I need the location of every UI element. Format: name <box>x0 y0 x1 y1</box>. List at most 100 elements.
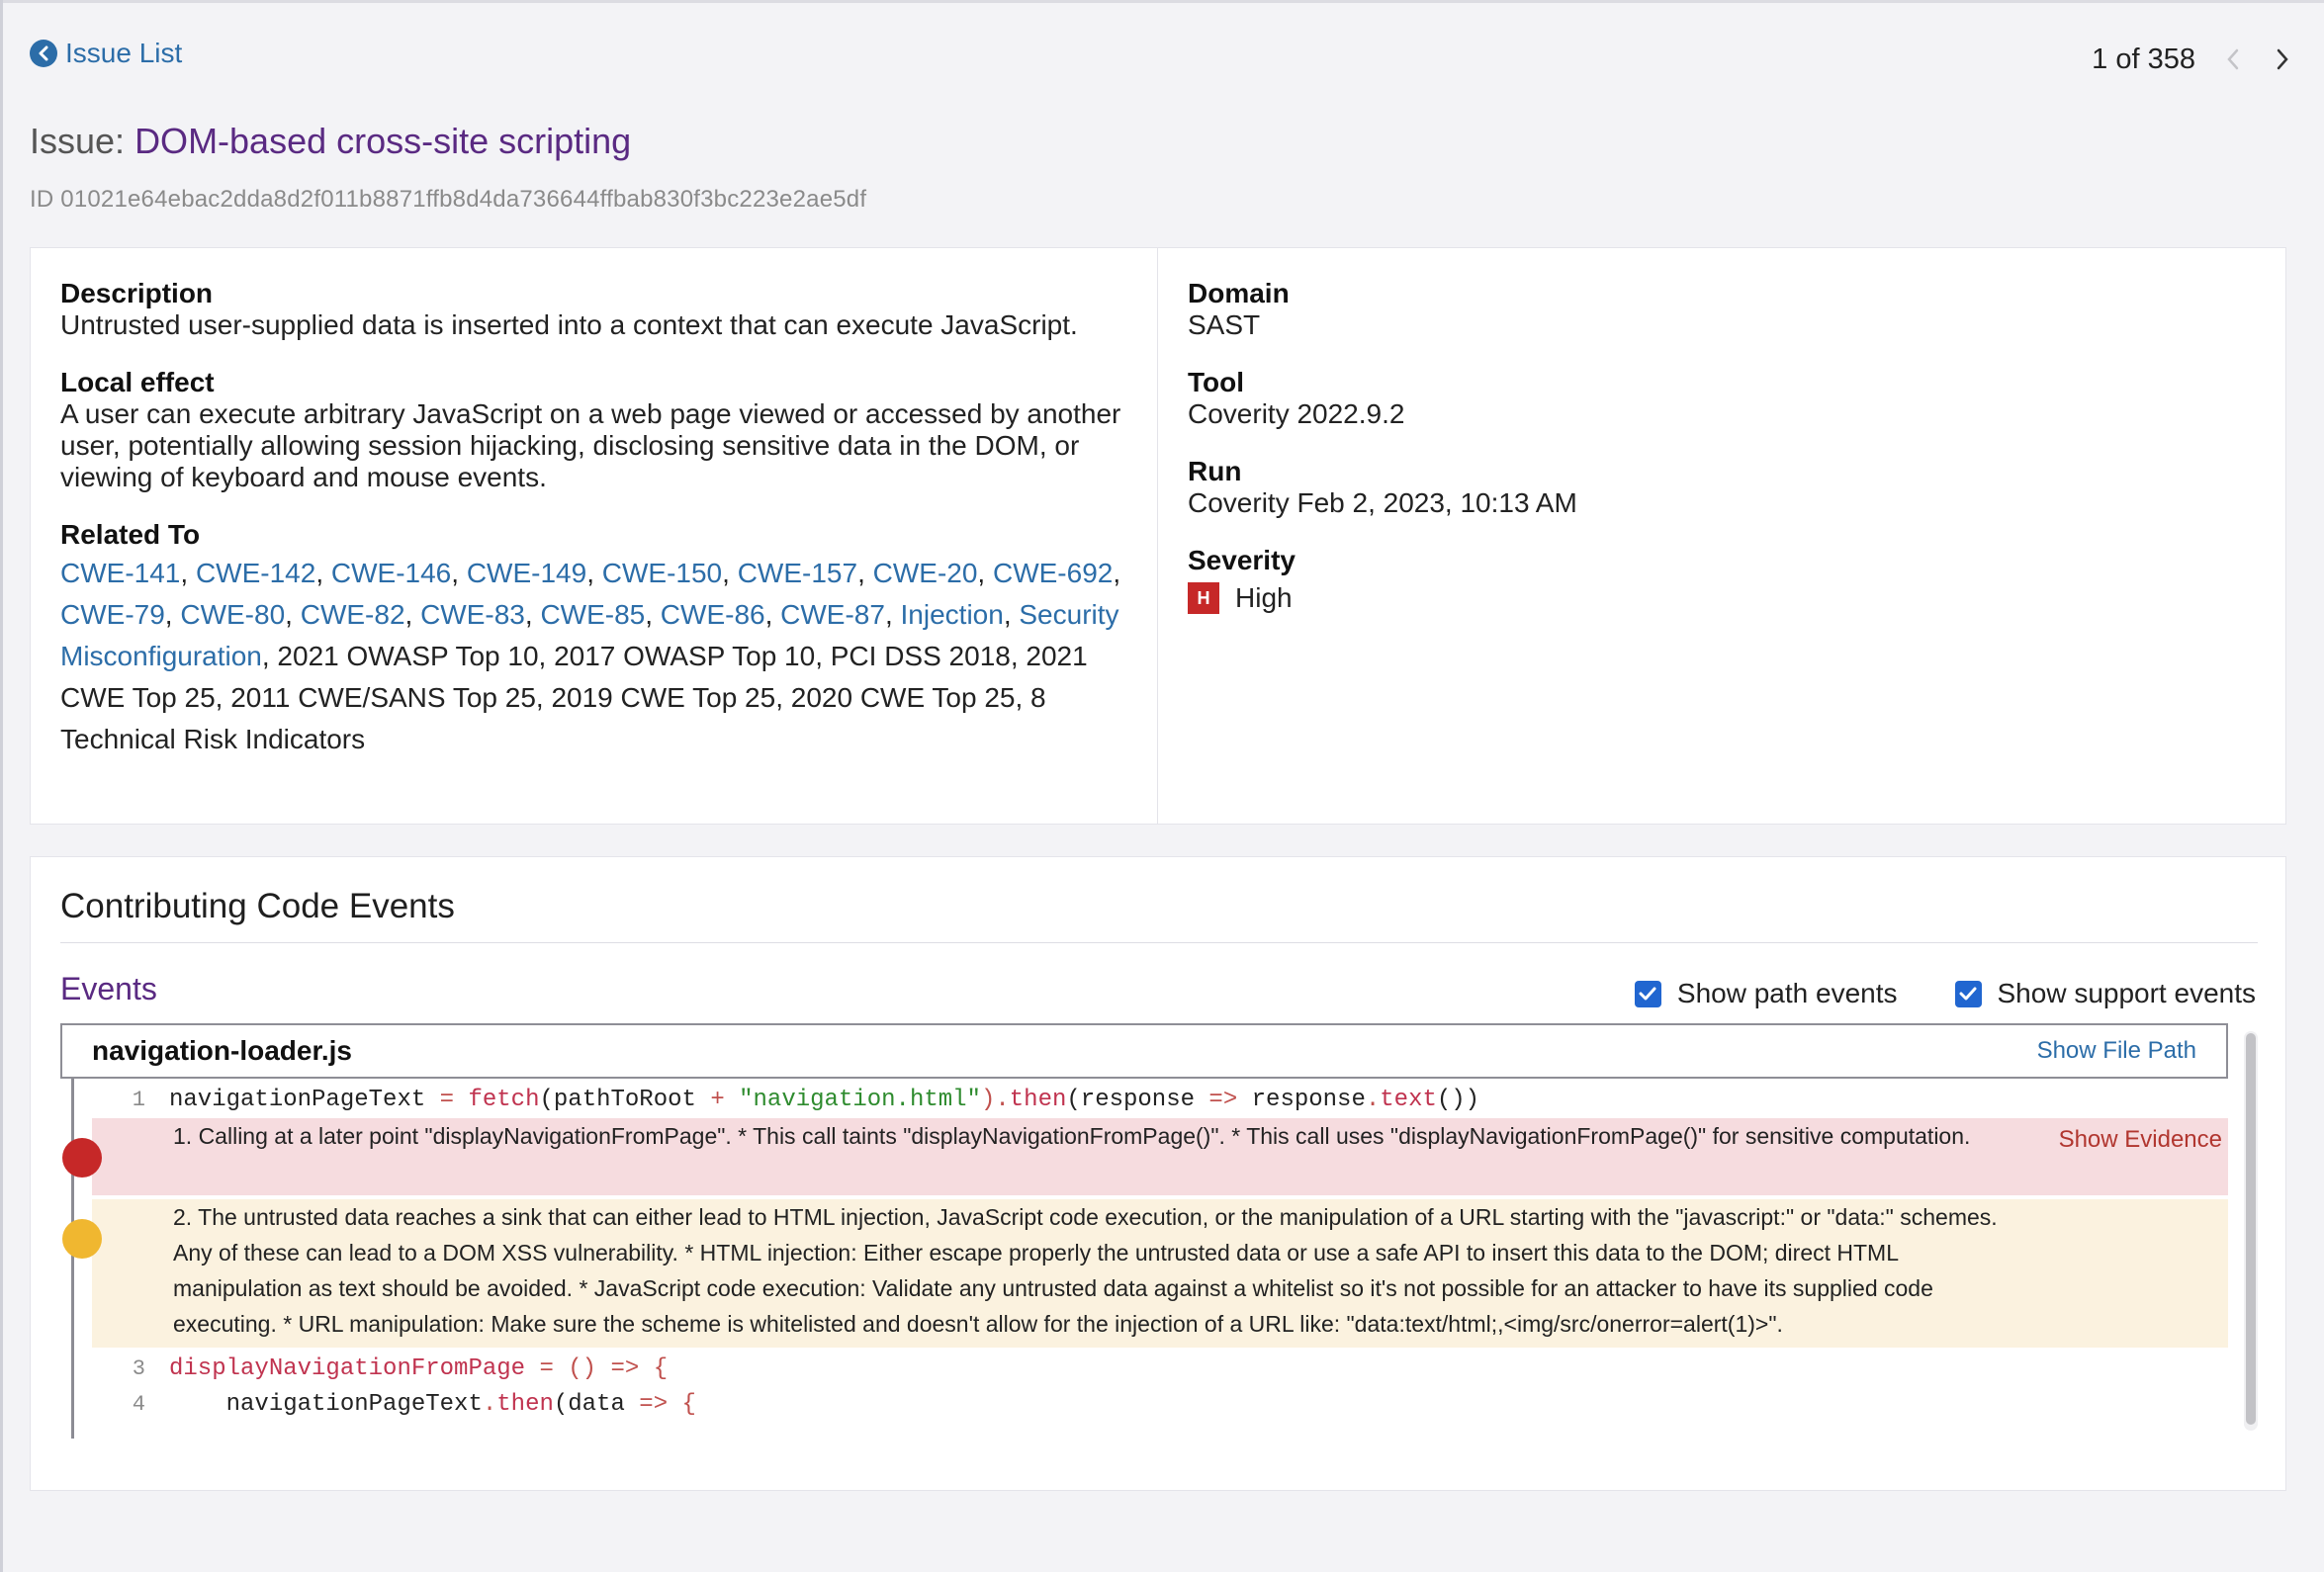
run-block: Run Coverity Feb 2, 2023, 10:13 AM <box>1188 456 2256 519</box>
related-label: Related To <box>60 519 201 550</box>
code-token: fetch <box>468 1086 540 1113</box>
issue-details-card: Description Untrusted user-supplied data… <box>30 247 2286 825</box>
related-separator: , <box>857 558 873 588</box>
code-token: + <box>710 1086 725 1113</box>
related-link[interactable]: CWE-146 <box>331 558 451 588</box>
related-link[interactable]: CWE-20 <box>873 558 978 588</box>
related-link[interactable]: CWE-79 <box>60 599 165 630</box>
event-marker-red[interactable] <box>62 1138 102 1178</box>
related-separator: , <box>164 599 181 630</box>
event-filters: Show path events Show support events <box>1577 978 2256 1009</box>
related-link[interactable]: CWE-86 <box>661 599 765 630</box>
checkmark-icon <box>1954 980 1982 1007</box>
domain-block: Domain SAST <box>1188 278 2256 341</box>
event-marker-yellow[interactable] <box>62 1219 102 1259</box>
details-left-column: Description Untrusted user-supplied data… <box>31 248 1158 824</box>
chevron-right-icon[interactable] <box>2271 42 2294 77</box>
related-link[interactable]: CWE-150 <box>602 558 722 588</box>
related-separator: , <box>1003 599 1020 630</box>
code-token: then <box>496 1390 554 1418</box>
description-block: Description Untrusted user-supplied data… <box>60 278 1127 341</box>
related-link[interactable]: CWE-141 <box>60 558 180 588</box>
file-header: navigation-loader.js Show File Path <box>60 1023 2228 1079</box>
back-link-label: Issue List <box>65 38 183 68</box>
source-file-panel: navigation-loader.js Show File Path 1 na… <box>60 1023 2258 1439</box>
related-link[interactable]: CWE-83 <box>420 599 525 630</box>
related-link[interactable]: CWE-149 <box>467 558 586 588</box>
related-separator: , <box>451 558 467 588</box>
related-separator: , <box>180 558 196 588</box>
related-separator: , <box>404 599 421 630</box>
event-2-text: 2. The untrusted data reaches a sink tha… <box>173 1204 1998 1337</box>
code-token: . <box>482 1390 497 1418</box>
code-line-3: 3 displayNavigationFromPage = () => { <box>92 1352 2208 1385</box>
code-token: => <box>639 1390 669 1418</box>
severity-value: High <box>1235 582 1293 613</box>
severity-badge: H <box>1188 582 1219 614</box>
related-link[interactable]: CWE-157 <box>738 558 857 588</box>
code-token: then <box>1009 1086 1067 1113</box>
issue-list-back-link[interactable]: Issue List <box>30 38 182 69</box>
left-rule <box>0 0 3 1572</box>
show-evidence-link[interactable]: Show Evidence <box>2059 1122 2222 1158</box>
contributing-code-events-card: Contributing Code Events Events Show pat… <box>30 856 2286 1491</box>
code-token: (response <box>1066 1086 1209 1113</box>
chevron-left-icon[interactable] <box>2221 42 2245 77</box>
top-shadow <box>0 0 2324 3</box>
line-number: 4 <box>132 1391 145 1417</box>
show-path-events-label: Show path events <box>1676 978 1898 1008</box>
code-token: displayNavigationFromPage <box>169 1354 526 1382</box>
code-event-1[interactable]: 1. Calling at a later point "displayNavi… <box>92 1118 2228 1195</box>
line-number: 1 <box>132 1087 145 1112</box>
related-separator: , <box>645 599 661 630</box>
show-path-events-checkbox[interactable]: Show path events <box>1634 978 1898 1009</box>
code-token: (data <box>553 1390 640 1418</box>
event-1-text: 1. Calling at a later point "displayNavi… <box>173 1123 1971 1149</box>
code-token: text <box>1380 1086 1437 1113</box>
related-link[interactable]: CWE-692 <box>993 558 1113 588</box>
issue-id: ID 01021e64ebac2dda8d2f011b8871ffb8d4da7… <box>30 186 867 213</box>
related-separator: , <box>586 558 602 588</box>
related-block: Related To CWE-141, CWE-142, CWE-146, CW… <box>60 519 1127 760</box>
issue-prefix: Issue: <box>30 121 135 161</box>
run-label: Run <box>1188 456 1242 486</box>
code-event-2[interactable]: 2. The untrusted data reaches a sink tha… <box>92 1199 2228 1348</box>
related-separator: , <box>1113 558 1121 588</box>
vertical-scrollbar[interactable] <box>2244 1031 2258 1431</box>
show-support-events-label: Show support events <box>1997 978 2257 1008</box>
related-link[interactable]: Injection <box>901 599 1004 630</box>
code-token: (pathToRoot <box>539 1086 711 1113</box>
related-separator: , <box>884 599 901 630</box>
domain-label: Domain <box>1188 278 1290 308</box>
severity-block: Severity H High <box>1188 545 2256 614</box>
related-link[interactable]: CWE-82 <box>301 599 405 630</box>
file-name: navigation-loader.js <box>92 1035 352 1066</box>
tool-label: Tool <box>1188 367 1245 397</box>
domain-value: SAST <box>1188 309 1261 340</box>
code-token: { <box>639 1354 669 1382</box>
related-link[interactable]: CWE-87 <box>780 599 885 630</box>
related-link[interactable]: CWE-85 <box>540 599 645 630</box>
line-number: 3 <box>132 1355 145 1381</box>
code-token: response <box>1237 1086 1366 1113</box>
chevron-left-circle-icon <box>30 40 57 67</box>
code-token: "navigation.html" <box>724 1086 981 1113</box>
events-divider <box>60 942 2258 943</box>
scrollbar-thumb[interactable] <box>2246 1033 2256 1425</box>
code-token: = () <box>525 1354 611 1382</box>
code-token: ()) <box>1436 1086 1480 1113</box>
severity-row: H High <box>1188 582 2256 614</box>
related-link[interactable]: CWE-80 <box>180 599 285 630</box>
related-separator: , <box>977 558 993 588</box>
severity-label: Severity <box>1188 545 1296 575</box>
checkmark-icon <box>1634 980 1661 1007</box>
events-subheading: Events <box>60 971 157 1006</box>
local-effect-label: Local effect <box>60 367 215 397</box>
related-separator: , <box>285 599 301 630</box>
show-support-events-checkbox[interactable]: Show support events <box>1954 978 2257 1009</box>
related-link[interactable]: CWE-142 <box>196 558 315 588</box>
show-file-path-link[interactable]: Show File Path <box>2037 1037 2196 1065</box>
description-value: Untrusted user-supplied data is inserted… <box>60 309 1078 340</box>
gutter-line <box>71 1079 74 1439</box>
tool-value: Coverity 2022.9.2 <box>1188 398 1405 429</box>
